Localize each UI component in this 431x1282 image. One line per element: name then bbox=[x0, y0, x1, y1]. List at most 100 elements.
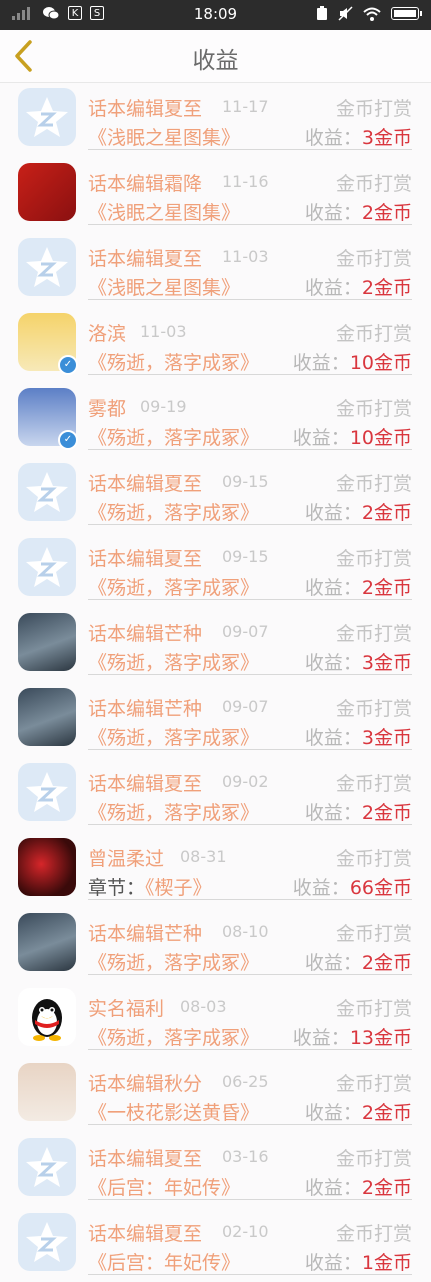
sender-name[interactable]: 雾都 bbox=[88, 394, 126, 421]
list-item[interactable]: ✓ 洛滨 11-03 金币打赏 《殇逝，落字成冢》 收益：10金币 bbox=[0, 307, 431, 382]
row-divider bbox=[88, 899, 412, 900]
reward-type: 金币打赏 bbox=[335, 623, 412, 645]
qzone-star-icon[interactable] bbox=[18, 1138, 76, 1196]
income-value: 收益：2金币 bbox=[305, 1173, 412, 1200]
qzone-star-icon[interactable] bbox=[18, 1213, 76, 1271]
book-title[interactable]: 《殇逝，落字成冢》 bbox=[88, 648, 259, 675]
reward-type: 金币打赏 bbox=[335, 698, 412, 720]
book-name: 《殇逝，落字成冢》 bbox=[88, 577, 260, 599]
sender-name[interactable]: 话本编辑秋分 bbox=[88, 1069, 202, 1096]
sender-name[interactable]: 话本编辑夏至 bbox=[88, 544, 202, 571]
row-divider bbox=[88, 1124, 412, 1125]
book-title[interactable]: 《浅眠之星图集》 bbox=[88, 123, 240, 150]
qq-penguin-icon[interactable] bbox=[18, 988, 76, 1046]
sender-name[interactable]: 话本编辑夏至 bbox=[88, 244, 202, 271]
book-title[interactable]: 《殇逝，落字成冢》 bbox=[88, 423, 259, 450]
row-divider bbox=[88, 974, 412, 975]
sender-name[interactable]: 话本编辑芒种 bbox=[88, 919, 202, 946]
reward-type: 金币打赏 bbox=[335, 323, 412, 345]
sender-name[interactable]: 话本编辑夏至 bbox=[88, 1144, 202, 1171]
book-title[interactable]: 《殇逝，落字成冢》 bbox=[88, 1023, 259, 1050]
row-divider bbox=[88, 149, 412, 150]
sender-name[interactable]: 话本编辑芒种 bbox=[88, 619, 202, 646]
income-value: 收益：2金币 bbox=[305, 498, 412, 525]
sender-name[interactable]: 话本编辑夏至 bbox=[88, 469, 202, 496]
list-item[interactable]: 话本编辑夏至 02-10 金币打赏 《后宫：年妃传》 收益：1金币 bbox=[0, 1207, 431, 1282]
income-label: 收益： bbox=[292, 1027, 350, 1049]
sender-name[interactable]: 洛滨 bbox=[88, 319, 126, 346]
list-item[interactable]: 话本编辑夏至 11-03 金币打赏 《浅眠之星图集》 收益：2金币 bbox=[0, 232, 431, 307]
sender-name[interactable]: 话本编辑夏至 bbox=[88, 94, 202, 121]
book-title[interactable]: 《浅眠之星图集》 bbox=[88, 273, 240, 300]
book-title[interactable]: 《殇逝，落字成冢》 bbox=[88, 498, 259, 525]
book-title[interactable]: 《殇逝，落字成冢》 bbox=[88, 723, 259, 750]
list-item[interactable]: 话本编辑夏至 11-17 金币打赏 《浅眠之星图集》 收益：3金币 bbox=[0, 82, 431, 157]
reward-type: 金币打赏 bbox=[335, 98, 412, 120]
sender-name[interactable]: 曾温柔过 bbox=[88, 844, 164, 871]
book-title[interactable]: 章节：《楔子》 bbox=[88, 873, 212, 900]
list-item[interactable]: ✓ 雾都 09-19 金币打赏 《殇逝，落字成冢》 收益：10金币 bbox=[0, 382, 431, 457]
car-photo-avatar[interactable] bbox=[18, 688, 76, 746]
list-item[interactable]: 话本编辑夏至 09-15 金币打赏 《殇逝，落字成冢》 收益：2金币 bbox=[0, 532, 431, 607]
list-item[interactable]: 曾温柔过 08-31 金币打赏 章节：《楔子》 收益：66金币 bbox=[0, 832, 431, 907]
book-cover-avatar[interactable] bbox=[18, 163, 76, 221]
reward-date: 08-10 bbox=[222, 922, 269, 941]
book-name: 《殇逝，落字成冢》 bbox=[88, 427, 260, 449]
income-value: 收益：3金币 bbox=[305, 123, 412, 150]
book-title[interactable]: 《殇逝，落字成冢》 bbox=[88, 573, 259, 600]
sender-name[interactable]: 实名福利 bbox=[88, 994, 164, 1021]
status-bar: K S 18:09 bbox=[0, 0, 431, 30]
qzone-star-icon[interactable] bbox=[18, 763, 76, 821]
reward-type: 金币打赏 bbox=[335, 773, 412, 795]
income-amount: 3金币 bbox=[361, 652, 412, 674]
verified-badge-icon: ✓ bbox=[58, 355, 78, 375]
income-amount: 2金币 bbox=[361, 277, 412, 299]
income-label: 收益： bbox=[304, 577, 362, 599]
book-title[interactable]: 《浅眠之星图集》 bbox=[88, 198, 240, 225]
list-item[interactable]: 话本编辑芒种 09-07 金币打赏 《殇逝，落字成冢》 收益：3金币 bbox=[0, 682, 431, 757]
book-title[interactable]: 《殇逝，落字成冢》 bbox=[88, 798, 259, 825]
list-item[interactable]: 话本编辑霜降 11-16 金币打赏 《浅眠之星图集》 收益：2金币 bbox=[0, 157, 431, 232]
book-name: 《楔子》 bbox=[145, 877, 212, 899]
mute-icon bbox=[338, 6, 353, 21]
book-title[interactable]: 《后宫：年妃传》 bbox=[88, 1248, 240, 1275]
bow-girl-avatar[interactable] bbox=[18, 1063, 76, 1121]
list-item[interactable]: 话本编辑夏至 09-02 金币打赏 《殇逝，落字成冢》 收益：2金币 bbox=[0, 757, 431, 832]
sender-name[interactable]: 话本编辑夏至 bbox=[88, 1219, 202, 1246]
qzone-star-icon[interactable] bbox=[18, 88, 76, 146]
book-title[interactable]: 《一枝花影送黄昏》 bbox=[88, 1098, 259, 1125]
list-item[interactable]: 话本编辑夏至 03-16 金币打赏 《后宫：年妃传》 收益：2金币 bbox=[0, 1132, 431, 1207]
qzone-star-icon[interactable] bbox=[18, 238, 76, 296]
list-item[interactable]: 话本编辑夏至 09-15 金币打赏 《殇逝，落字成冢》 收益：2金币 bbox=[0, 457, 431, 532]
dark-red-avatar[interactable] bbox=[18, 838, 76, 896]
sender-name[interactable]: 话本编辑夏至 bbox=[88, 769, 202, 796]
book-title[interactable]: 《后宫：年妃传》 bbox=[88, 1173, 240, 1200]
reward-date: 02-10 bbox=[222, 1222, 269, 1241]
qzone-star-icon[interactable] bbox=[18, 538, 76, 596]
list-item[interactable]: 实名福利 08-03 金币打赏 《殇逝，落字成冢》 收益：13金币 bbox=[0, 982, 431, 1057]
sender-name[interactable]: 话本编辑芒种 bbox=[88, 694, 202, 721]
income-value: 收益：1金币 bbox=[305, 1248, 412, 1275]
income-amount: 2金币 bbox=[361, 952, 412, 974]
reward-date: 06-25 bbox=[222, 1072, 269, 1091]
qzone-star-icon[interactable] bbox=[18, 463, 76, 521]
income-value: 收益：10金币 bbox=[293, 423, 412, 450]
reward-type: 金币打赏 bbox=[335, 248, 412, 270]
income-label: 收益： bbox=[292, 352, 350, 374]
book-title[interactable]: 《殇逝，落字成冢》 bbox=[88, 348, 259, 375]
row-divider bbox=[88, 1049, 412, 1050]
income-label: 收益： bbox=[292, 427, 350, 449]
income-amount: 2金币 bbox=[361, 1177, 412, 1199]
car-photo-avatar[interactable] bbox=[18, 913, 76, 971]
car-photo-avatar[interactable] bbox=[18, 613, 76, 671]
book-name: 《后宫：年妃传》 bbox=[88, 1177, 241, 1199]
book-name: 《殇逝，落字成冢》 bbox=[88, 802, 260, 824]
list-item[interactable]: 话本编辑秋分 06-25 金币打赏 《一枝花影送黄昏》 收益：2金币 bbox=[0, 1057, 431, 1132]
income-value: 收益：2金币 bbox=[305, 798, 412, 825]
sender-name[interactable]: 话本编辑霜降 bbox=[88, 169, 202, 196]
list-item[interactable]: 话本编辑芒种 09-07 金币打赏 《殇逝，落字成冢》 收益：3金币 bbox=[0, 607, 431, 682]
reward-date: 09-15 bbox=[222, 547, 269, 566]
list-item[interactable]: 话本编辑芒种 08-10 金币打赏 《殇逝，落字成冢》 收益：2金币 bbox=[0, 907, 431, 982]
income-value: 收益：10金币 bbox=[293, 348, 412, 375]
book-title[interactable]: 《殇逝，落字成冢》 bbox=[88, 948, 259, 975]
